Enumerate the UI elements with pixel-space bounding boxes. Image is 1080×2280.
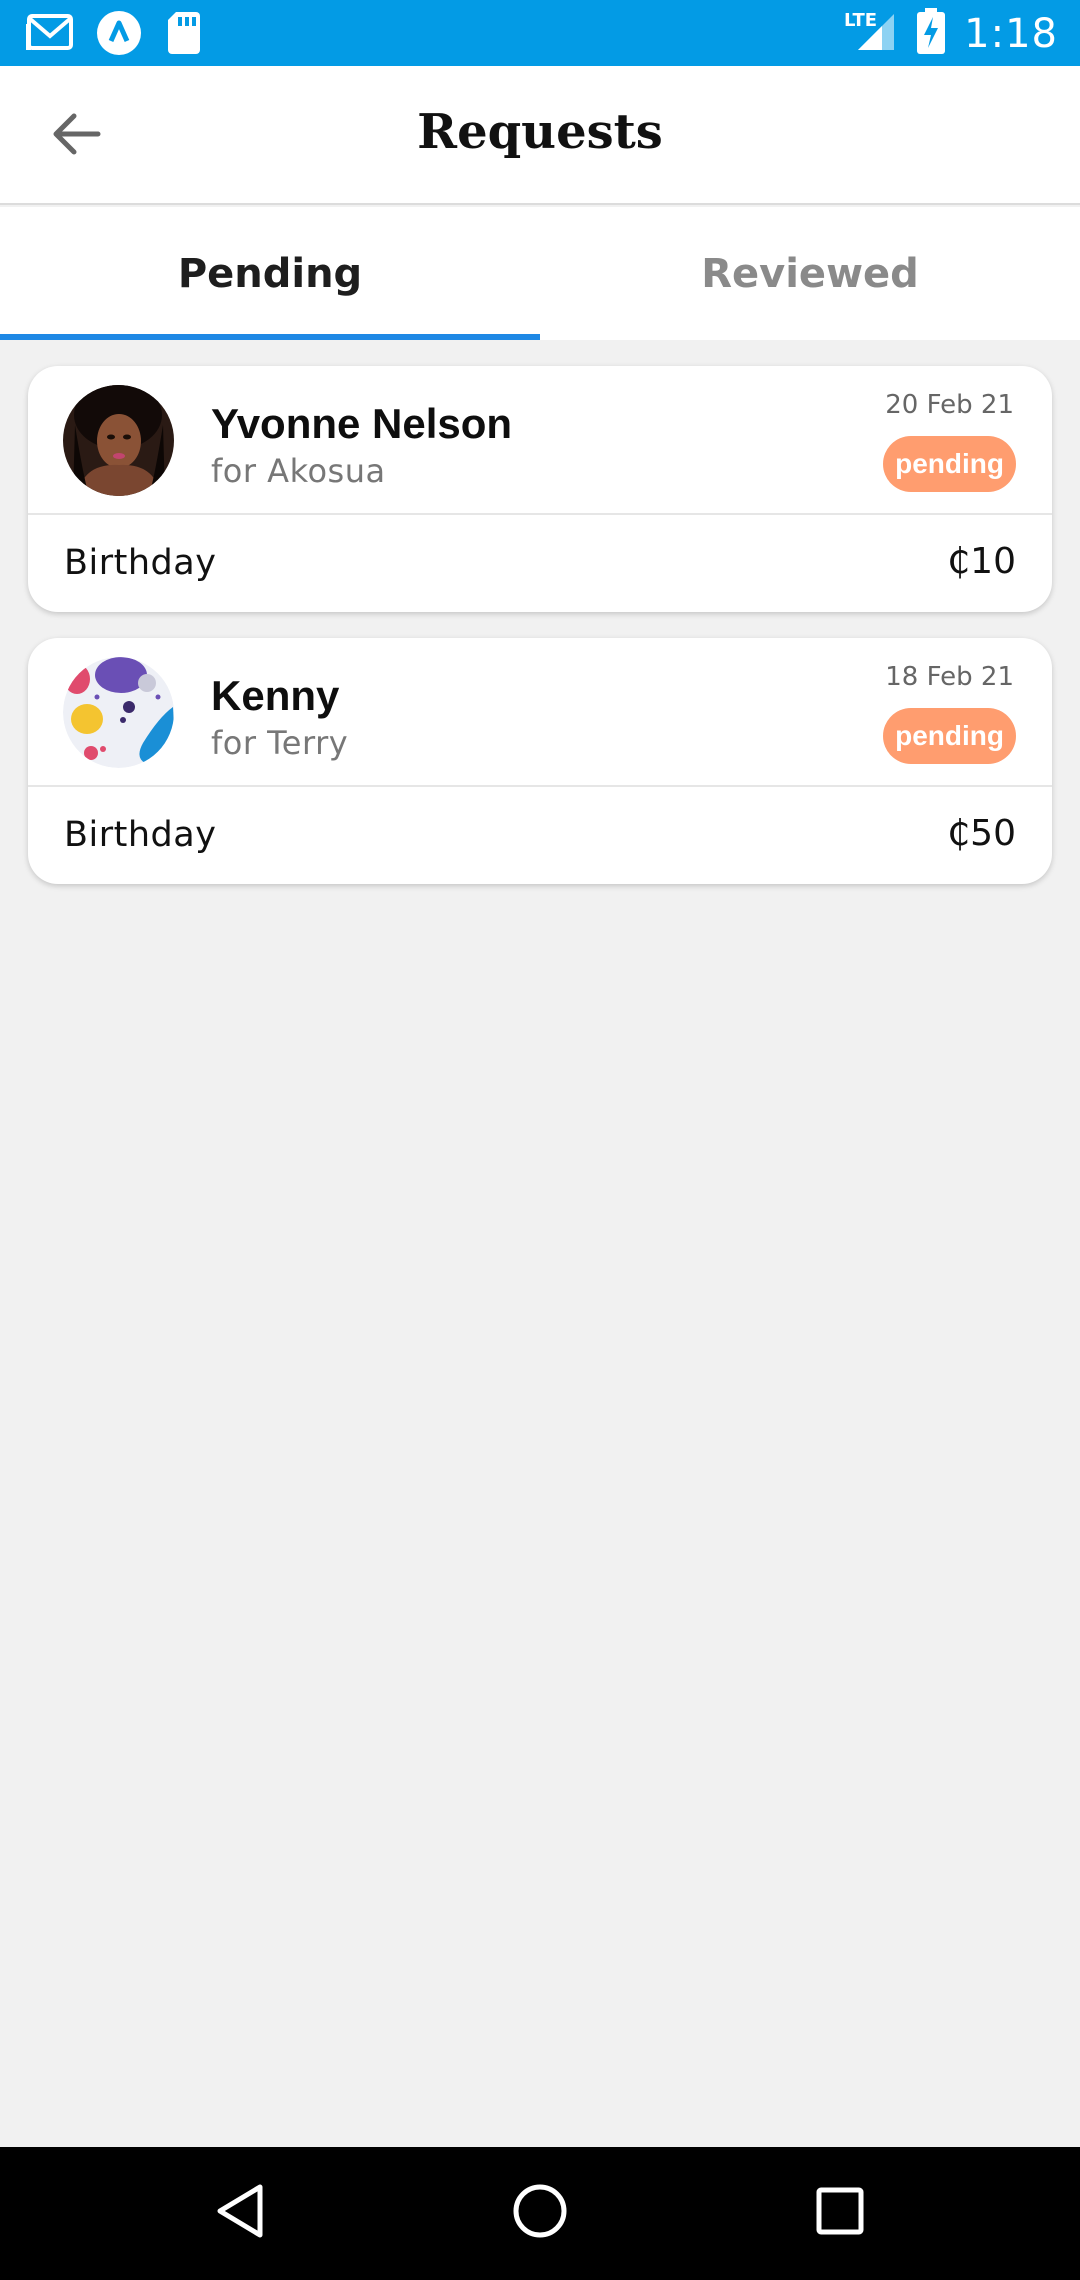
tab-label: Pending — [177, 250, 363, 297]
status-badge: pending — [883, 436, 1016, 492]
app-icon — [96, 10, 144, 56]
status-badge: pending — [883, 708, 1016, 764]
gmail-icon — [26, 10, 74, 56]
avatar — [63, 385, 174, 496]
nav-home-button[interactable] — [495, 2169, 585, 2259]
tab-reviewed[interactable]: Reviewed — [540, 207, 1080, 340]
request-card-footer: Birthday ₵10 — [28, 515, 1052, 612]
tab-label: Reviewed — [701, 250, 919, 297]
requester-name: Yvonne Nelson — [211, 400, 513, 447]
occasion-label: Birthday — [64, 815, 217, 855]
request-card-header: Yvonne Nelson for Akosua 20 Feb 21 pendi… — [28, 366, 1052, 515]
avatar — [63, 657, 174, 768]
request-card-footer: Birthday ₵50 — [28, 787, 1052, 884]
tab-pending[interactable]: Pending — [0, 207, 540, 340]
request-card-header: Kenny for Terry 18 Feb 21 pending — [28, 638, 1052, 787]
recipient-text: for Terry — [211, 724, 349, 762]
request-card[interactable]: Kenny for Terry 18 Feb 21 pending Birthd… — [28, 638, 1052, 884]
status-bar: LTE 1:18 — [0, 0, 1080, 66]
active-tab-indicator — [0, 334, 540, 340]
svg-text:LTE: LTE — [844, 10, 877, 31]
clock-time: 1:18 — [964, 10, 1058, 57]
battery-charging-icon — [916, 8, 946, 59]
request-card[interactable]: Yvonne Nelson for Akosua 20 Feb 21 pendi… — [28, 366, 1052, 612]
recents-square-icon — [815, 2186, 865, 2241]
sd-card-icon — [166, 10, 214, 56]
amount-value: ₵10 — [947, 541, 1016, 582]
nav-back-button[interactable] — [195, 2169, 285, 2259]
request-date: 20 Feb 21 — [885, 390, 1014, 420]
app-bar: Requests — [0, 66, 1080, 205]
requester-name: Kenny — [211, 672, 340, 719]
nav-recents-button[interactable] — [795, 2169, 885, 2259]
back-triangle-icon — [214, 2183, 266, 2244]
request-date: 18 Feb 21 — [885, 662, 1014, 692]
occasion-label: Birthday — [64, 543, 217, 583]
page-title: Requests — [417, 104, 663, 160]
home-circle-icon — [512, 2183, 568, 2244]
amount-value: ₵50 — [947, 813, 1016, 854]
signal-icon: LTE — [844, 8, 898, 59]
recipient-text: for Akosua — [211, 452, 386, 490]
request-list: Yvonne Nelson for Akosua 20 Feb 21 pendi… — [28, 366, 1052, 910]
tab-bar: Pending Reviewed — [0, 207, 1080, 340]
system-nav-bar — [0, 2147, 1080, 2280]
